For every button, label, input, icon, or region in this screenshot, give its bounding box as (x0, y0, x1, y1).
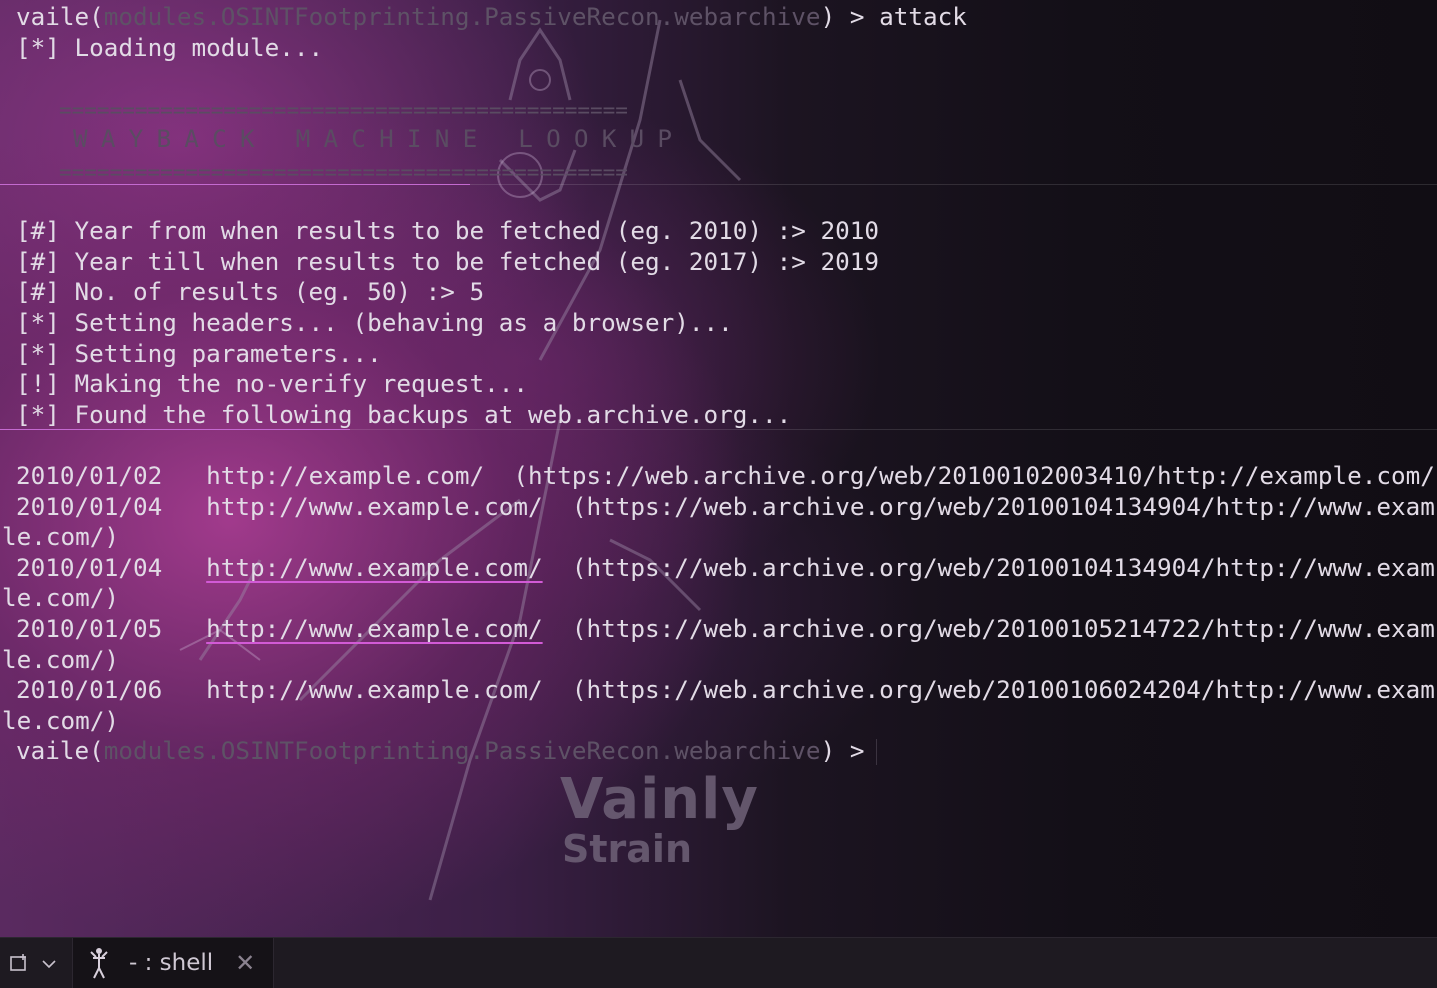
separator-line (0, 184, 1437, 185)
result-wrap: le.com/) (2, 522, 120, 551)
chevron-down-icon[interactable] (40, 954, 58, 972)
result-wrap: le.com/) (2, 706, 120, 735)
new-tab-icon[interactable] (8, 951, 32, 975)
new-tab-button[interactable] (8, 946, 66, 980)
prompt-user: vaile( (16, 2, 104, 31)
result-row: 2010/01/04 http://www.example.com/ (http… (16, 553, 1437, 583)
text-cursor (876, 739, 878, 765)
shell-app-icon (87, 946, 111, 980)
result-archive-link: (https://web.archive.org/web/20100104134… (571, 553, 1437, 582)
result-archive-link: (https://web.archive.org/web/20100104134… (571, 492, 1437, 521)
result-wrap: le.com/) (2, 583, 120, 612)
tab-shell[interactable]: - : shell ✕ (72, 938, 274, 988)
result-url: http://www.example.com/ (206, 492, 543, 521)
output-line: [!] Making the no-verify request... (16, 369, 528, 398)
output-line: [*] Setting parameters... (16, 339, 382, 368)
wallpaper-logo-sub: Strain (562, 827, 692, 871)
separator-line (0, 429, 1437, 430)
result-url: http://www.example.com/ (206, 614, 543, 643)
result-row: 2010/01/05 http://www.example.com/ (http… (16, 614, 1437, 644)
result-date: 2010/01/02 (16, 461, 163, 490)
result-row: 2010/01/06 http://www.example.com/ (http… (16, 675, 1437, 705)
banner-rule-bottom: ========================================… (59, 160, 628, 184)
result-date: 2010/01/04 (16, 492, 163, 521)
banner-title: WAYBACK MACHINE LOOKUP (73, 124, 686, 153)
close-icon[interactable]: ✕ (235, 951, 255, 975)
wallpaper-logo-main: Vainly (560, 767, 759, 832)
result-date: 2010/01/04 (16, 553, 163, 582)
wallpaper-logo: Vainly Strain (560, 767, 759, 871)
result-row: 2010/01/04 http://www.example.com/ (http… (16, 492, 1437, 522)
result-archive-link: (https://web.archive.org/web/20100106024… (571, 675, 1437, 704)
result-row: 2010/01/02 http://example.com/ (https://… (16, 461, 1437, 491)
result-archive-link: (https://web.archive.org/web/20100105214… (571, 614, 1437, 643)
loading-line: [*] Loading module... (16, 33, 324, 62)
result-wrap: le.com/) (2, 645, 120, 674)
prompt-line: vaile(modules.OSINTFootprinting.PassiveR… (16, 2, 967, 32)
tab-bar: - : shell ✕ (0, 937, 1437, 988)
output-line: [#] Year from when results to be fetched… (16, 216, 880, 245)
result-date: 2010/01/05 (16, 614, 163, 643)
prompt-end: ) > (820, 736, 865, 765)
result-url: http://www.example.com/ (206, 553, 543, 582)
prompt-end: ) > (820, 2, 880, 31)
result-url: http://example.com/ (206, 461, 485, 490)
prompt-module: modules.OSINTFootprinting.PassiveRecon.w… (103, 736, 821, 765)
output-line: [#] No. of results (eg. 50) :> 5 (16, 277, 485, 306)
prompt-module: modules.OSINTFootprinting.PassiveRecon.w… (103, 2, 821, 31)
command-text: attack (879, 2, 967, 31)
terminal-window[interactable]: Vainly Strain vaile(modules.OSINTFootpri… (0, 0, 1437, 937)
final-prompt-line[interactable]: vaile(modules.OSINTFootprinting.PassiveR… (16, 736, 878, 766)
output-line: [*] Found the following backups at web.a… (16, 400, 792, 429)
banner-rule-top: ========================================… (59, 98, 628, 122)
result-date: 2010/01/06 (16, 675, 163, 704)
result-archive-link: (https://web.archive.org/web/20100102003… (513, 461, 1437, 490)
prompt-user: vaile( (16, 736, 104, 765)
output-line: [#] Year till when results to be fetched… (16, 247, 880, 276)
result-url: http://www.example.com/ (206, 675, 543, 704)
output-line: [*] Setting headers... (behaving as a br… (16, 308, 733, 337)
tab-label: - : shell (129, 950, 214, 976)
